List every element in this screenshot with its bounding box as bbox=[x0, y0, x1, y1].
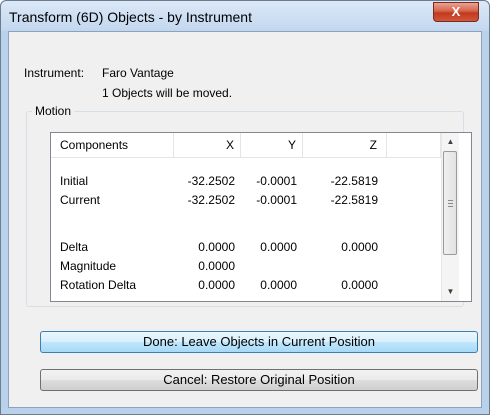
column-header-y[interactable]: Y bbox=[241, 133, 303, 157]
row-initial-x: -32.2502 bbox=[187, 174, 235, 188]
row-magnitude-label: Magnitude bbox=[60, 259, 117, 273]
row-initial-z: -22.5819 bbox=[330, 174, 378, 188]
scrollbar-thumb[interactable] bbox=[443, 151, 457, 255]
grip-line-icon bbox=[448, 203, 453, 204]
vertical-scrollbar[interactable]: ▲ ▼ bbox=[441, 133, 459, 301]
grip-line-icon bbox=[448, 200, 453, 201]
scroll-down-arrow-icon[interactable]: ▼ bbox=[442, 283, 459, 300]
row-rotation-delta-y: 0.0000 bbox=[260, 278, 297, 292]
motion-table[interactable]: Components X Y Z Initial -32.2502 -0.000… bbox=[50, 132, 472, 302]
column-header-spacer bbox=[387, 133, 441, 157]
column-header-components[interactable]: Components bbox=[51, 133, 174, 157]
row-current-z: -22.5819 bbox=[330, 193, 378, 207]
instrument-value: Faro Vantage bbox=[102, 66, 174, 80]
grip-line-icon bbox=[448, 206, 453, 207]
row-magnitude-x: 0.0000 bbox=[198, 259, 235, 273]
window-title: Transform (6D) Objects - by Instrument bbox=[9, 9, 252, 25]
done-button[interactable]: Done: Leave Objects in Current Position bbox=[40, 331, 478, 353]
row-current-y: -0.0001 bbox=[256, 193, 297, 207]
motion-group-label: Motion bbox=[32, 104, 75, 118]
scroll-up-arrow-icon[interactable]: ▲ bbox=[442, 133, 459, 150]
objects-message: 1 Objects will be moved. bbox=[102, 86, 233, 100]
row-current-label: Current bbox=[60, 193, 101, 207]
row-rotation-delta-x: 0.0000 bbox=[198, 278, 235, 292]
close-button[interactable]: X bbox=[433, 2, 479, 22]
row-delta-label: Delta bbox=[60, 240, 89, 254]
dialog-window: Transform (6D) Objects - by Instrument X… bbox=[0, 0, 490, 415]
row-initial-y: -0.0001 bbox=[256, 174, 297, 188]
table-header: Components X Y Z bbox=[51, 133, 441, 158]
column-header-x[interactable]: X bbox=[174, 133, 241, 157]
row-delta-x: 0.0000 bbox=[198, 240, 235, 254]
column-header-z[interactable]: Z bbox=[303, 133, 387, 157]
row-rotation-delta-label: Rotation Delta bbox=[60, 278, 137, 292]
instrument-label: Instrument: bbox=[24, 66, 85, 80]
row-initial-label: Initial bbox=[60, 174, 89, 188]
row-current-x: -32.2502 bbox=[187, 193, 235, 207]
row-delta-z: 0.0000 bbox=[341, 240, 378, 254]
row-delta-y: 0.0000 bbox=[260, 240, 297, 254]
row-rotation-delta-z: 0.0000 bbox=[341, 278, 378, 292]
cancel-button[interactable]: Cancel: Restore Original Position bbox=[40, 369, 478, 391]
title-bar[interactable]: Transform (6D) Objects - by Instrument X bbox=[1, 1, 489, 31]
